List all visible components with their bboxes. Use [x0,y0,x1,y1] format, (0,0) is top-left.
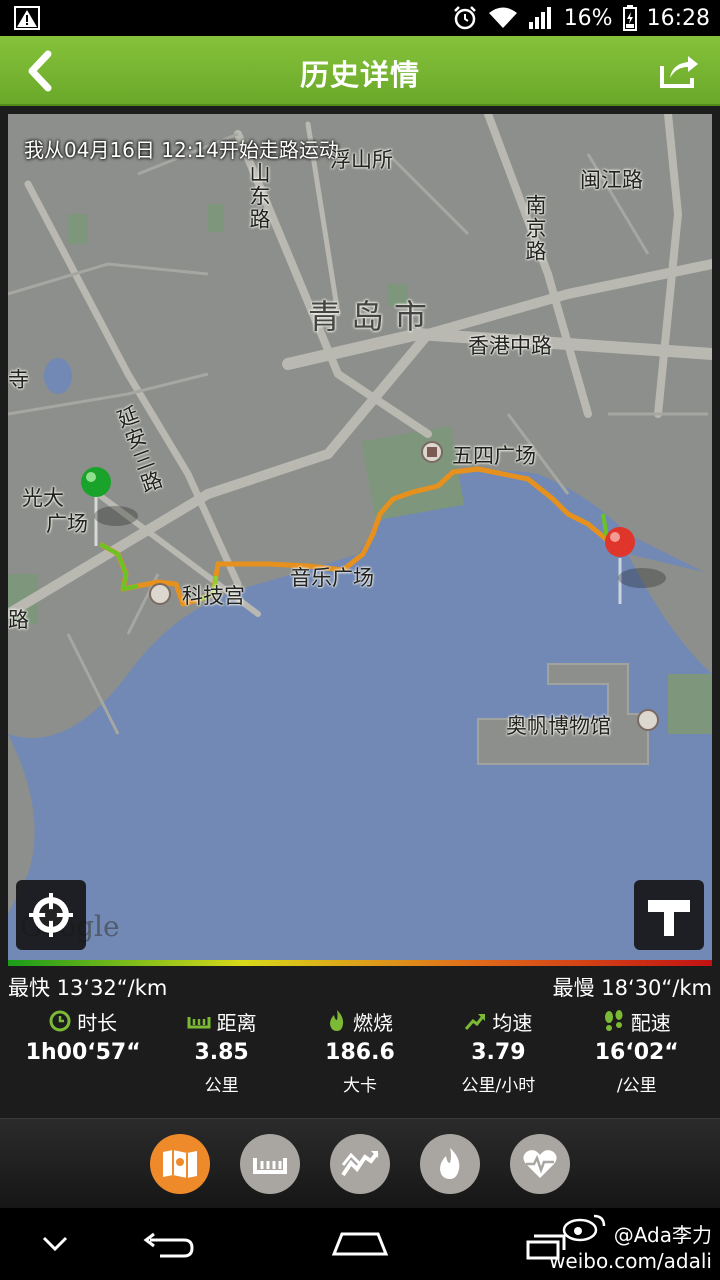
tab-bar [0,1118,720,1208]
speed-chart-icon [341,1150,379,1176]
map-label-may-fourth-square: 五四广场 [452,444,536,468]
stat-value: 3.85 [194,1040,249,1065]
stat-label: 燃烧 [352,1010,393,1035]
map-label-hongkong-road: 香港中路 [468,334,552,358]
map-label-city: 青岛市 [308,297,437,336]
clock-time: 16:28 [646,5,710,31]
map-label-everbright-2: 广场 [46,512,88,536]
map-icon [163,1149,197,1178]
clock-icon [49,1010,71,1032]
flame-icon [440,1147,460,1179]
stat-unit: 公里 [204,1076,239,1096]
stat-value: 3.79 [471,1040,526,1065]
content-area: 我从04月16日 12:14开始走路运动 浮山所 山东路 闽江路 南京路 青岛市… [0,106,720,1208]
warning-icon [14,6,40,30]
stat-value: 16‘02“ [594,1040,679,1065]
battery-icon [622,5,637,31]
footprints-icon [604,1010,623,1031]
stat-unit: 公里/小时 [461,1076,536,1096]
alarm-icon [453,6,476,30]
map-label-shandong-road: 山东路 [247,162,271,231]
route-map[interactable]: 我从04月16日 12:14开始走路运动 浮山所 山东路 闽江路 南京路 青岛市… [8,114,712,966]
map-canvas [8,114,712,966]
back-nav-icon[interactable] [140,1230,196,1260]
tools-button[interactable] [634,880,704,950]
stat-label: 均速 [492,1010,533,1035]
status-bar: 16% 16:28 [0,0,720,36]
wifi-icon [488,7,517,28]
fastest-pace: 最快 13‘32“/km [8,976,168,1000]
locate-button[interactable] [16,880,86,950]
stat-label: 距离 [216,1010,257,1035]
title-bar: 历史详情 [0,36,720,106]
watermark-user: @Ada李力 [613,1223,712,1247]
heart-rate-icon [523,1149,557,1178]
stat-value: 186.6 [325,1040,395,1065]
watermark: @Ada李力 weibo.com/adali [549,1222,712,1274]
ruler-icon [253,1157,287,1174]
watermark-url: weibo.com/adali [549,1249,712,1273]
chevron-down-icon[interactable] [40,1234,70,1254]
stat-value: 1h00‘57“ [25,1040,141,1065]
map-label-minjiang-road: 闽江路 [580,168,643,192]
map-label-tech-palace: 科技宫 [182,584,245,608]
tab-speed[interactable] [330,1133,390,1194]
stat-label: 时长 [77,1010,118,1035]
stat-pace: 配速 16‘02“ /公里 [572,1006,702,1118]
stat-label: 配速 [630,1010,671,1035]
stat-unit: /公里 [616,1076,657,1096]
stat-unit: 大卡 [342,1076,377,1096]
stats-panel: 时长 1h00‘57“ 距离 3.85 公里 燃烧 186.6 大卡 均速 3.… [0,1006,720,1118]
map-label-fushan: 浮山所 [330,148,393,172]
battery-percent: 16% [563,5,613,31]
tab-map[interactable] [150,1133,210,1194]
crosshair-icon [29,893,73,937]
home-icon[interactable] [330,1230,390,1258]
flame-icon [329,1010,344,1031]
stat-duration: 时长 1h00‘57“ [18,1006,148,1118]
tab-distance[interactable] [240,1133,300,1194]
start-caption: 我从04月16日 12:14开始走路运动 [24,138,339,162]
map-label-music-square: 音乐广场 [290,566,374,590]
stat-calories: 燃烧 186.6 大卡 [295,1006,425,1118]
tab-calories[interactable] [420,1133,480,1194]
signal-icon [528,7,551,29]
t-tool-icon [648,900,690,936]
tab-heart-rate[interactable] [510,1133,570,1194]
slowest-pace: 最慢 18‘30“/km [552,976,712,1000]
page-title: 历史详情 [299,58,420,92]
stat-distance: 距离 3.85 公里 [157,1006,287,1118]
trend-up-icon [465,1014,486,1030]
map-label-road-left: 路 [8,608,29,632]
share-button[interactable] [658,50,700,90]
stat-avg-speed: 均速 3.79 公里/小时 [433,1006,563,1118]
map-label-temple: 寺 [8,368,29,392]
ruler-icon [187,1017,211,1029]
share-icon [660,56,698,88]
map-label-sailing-museum: 奥帆博物馆 [506,714,611,738]
map-label-nanjing-road: 南京路 [523,194,547,263]
speed-gradient-bar [8,960,712,966]
